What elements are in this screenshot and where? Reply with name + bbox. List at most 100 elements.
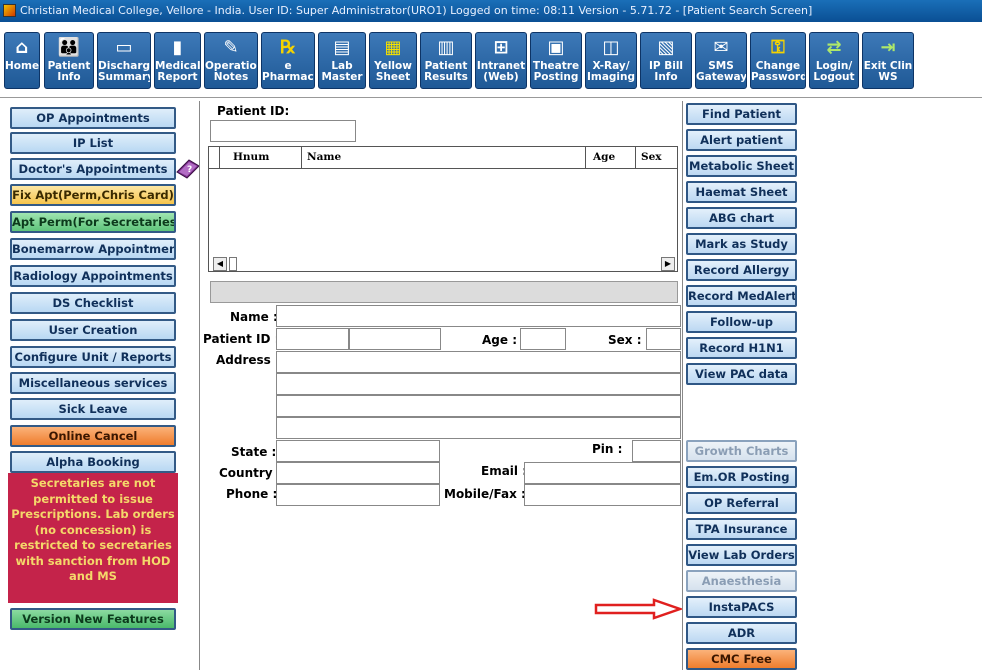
xray-imaging-button[interactable]: ◫ X-Ray/ Imaging: [585, 32, 637, 89]
miscellaneous-services-button[interactable]: Miscellaneous services: [10, 372, 176, 394]
country-label: Country :: [219, 466, 282, 480]
instapacs-button[interactable]: InstaPACS: [686, 596, 797, 618]
alpha-booking-button[interactable]: Alpha Booking: [10, 451, 176, 473]
pin-label: Pin :: [592, 442, 623, 456]
app-icon: [3, 4, 16, 17]
fix-apt-perm-button[interactable]: Fix Apt(Perm,Chris Card): [10, 184, 176, 206]
chart-icon: ▮: [172, 37, 183, 58]
grid-col-hnum[interactable]: Hnum: [233, 151, 269, 163]
grid-col-sex[interactable]: Sex: [641, 151, 662, 163]
exit-clin-ws-button[interactable]: ⇥ Exit Clin WS: [862, 32, 914, 89]
people-icon: 👪: [57, 37, 81, 58]
ds-checklist-button[interactable]: DS Checklist: [10, 292, 176, 314]
scroll-left-icon[interactable]: ◀: [213, 257, 227, 271]
patient-id-field-a[interactable]: [276, 328, 349, 350]
online-cancel-button[interactable]: Online Cancel: [10, 425, 176, 447]
phone-label: Phone :: [226, 487, 278, 501]
change-password-button[interactable]: ⚿ Change Password: [750, 32, 806, 89]
right-divider: [682, 101, 683, 670]
metabolic-sheet-button[interactable]: Metabolic Sheet: [686, 155, 797, 177]
network-icon: ⊞: [493, 37, 509, 58]
patient-id-search-label: Patient ID:: [217, 104, 290, 118]
xray-icon: ◫: [602, 37, 620, 58]
grid-col-name[interactable]: Name: [307, 151, 341, 163]
growth-charts-button[interactable]: Growth Charts: [686, 440, 797, 462]
sick-leave-button[interactable]: Sick Leave: [10, 398, 176, 420]
view-lab-orders-button[interactable]: View Lab Orders: [686, 544, 797, 566]
haemat-sheet-button[interactable]: Haemat Sheet: [686, 181, 797, 203]
patient-id-search-input[interactable]: [210, 120, 356, 142]
version-new-features-button[interactable]: Version New Features: [10, 608, 176, 630]
record-medalert-button[interactable]: Record MedAlert: [686, 285, 797, 307]
e-pharmacy-button[interactable]: ℞ e Pharmacy: [261, 32, 315, 89]
address-line-4[interactable]: [276, 417, 681, 439]
record-h1n1-button[interactable]: Record H1N1: [686, 337, 797, 359]
find-patient-button[interactable]: Find Patient: [686, 103, 797, 125]
scroll-right-icon[interactable]: ▶: [661, 257, 675, 271]
mobile-fax-label: Mobile/Fax :: [444, 487, 526, 501]
record-allergy-button[interactable]: Record Allergy: [686, 259, 797, 281]
theatre-posting-button[interactable]: ▣ Theatre Posting: [530, 32, 582, 89]
home-button[interactable]: ⌂ Home: [4, 32, 40, 89]
status-bar-field: [210, 281, 678, 303]
address-line-3[interactable]: [276, 395, 681, 417]
discharge-summary-button[interactable]: ▭ Discharge Summary: [97, 32, 151, 89]
sex-label: Sex :: [608, 333, 642, 347]
bonemarrow-appointment-button[interactable]: Bonemarrow Appointment: [10, 238, 176, 260]
country-field[interactable]: [276, 462, 440, 484]
ip-bill-info-button[interactable]: ▧ IP Bill Info: [640, 32, 692, 89]
radiology-appointments-button[interactable]: Radiology Appointments: [10, 265, 176, 287]
tpa-insurance-button[interactable]: TPA Insurance: [686, 518, 797, 540]
email-label: Email :: [481, 464, 528, 478]
email-field[interactable]: [524, 462, 681, 484]
lab-master-button[interactable]: ▤ Lab Master: [318, 32, 366, 89]
login-icon: ⇄: [826, 37, 842, 58]
adr-button[interactable]: ADR: [686, 622, 797, 644]
state-field[interactable]: [276, 440, 440, 462]
age-field[interactable]: [520, 328, 566, 350]
view-pac-data-button[interactable]: View PAC data: [686, 363, 797, 385]
anaesthesia-button[interactable]: Anaesthesia: [686, 570, 797, 592]
bill-icon: ▧: [657, 37, 675, 58]
grid-col-divider: [585, 147, 586, 169]
address-line-2[interactable]: [276, 373, 681, 395]
medical-report-button[interactable]: ▮ Medical Report: [154, 32, 201, 89]
mobile-fax-field[interactable]: [524, 484, 681, 506]
doctors-appointments-button[interactable]: Doctor's Appointments: [10, 158, 176, 180]
configure-unit-reports-button[interactable]: Configure Unit / Reports: [10, 346, 176, 368]
patient-info-button[interactable]: 👪 Patient Info: [44, 32, 94, 89]
apt-perm-secretaries-button[interactable]: Apt Perm(For Secretaries): [10, 211, 176, 233]
rx-icon: ℞: [279, 37, 297, 58]
pin-field[interactable]: [632, 440, 681, 462]
grid-col-age[interactable]: Age: [593, 151, 615, 163]
abg-chart-button[interactable]: ABG chart: [686, 207, 797, 229]
bed-icon: ▭: [115, 37, 133, 58]
follow-up-button[interactable]: Follow-up: [686, 311, 797, 333]
results-icon: ▥: [437, 37, 455, 58]
name-field[interactable]: [276, 305, 681, 327]
patient-id-field-b[interactable]: [349, 328, 441, 350]
operation-notes-button[interactable]: ✎ Operation Notes: [204, 32, 258, 89]
address-line-1[interactable]: [276, 351, 681, 373]
user-creation-button[interactable]: User Creation: [10, 319, 176, 341]
scroll-thumb[interactable]: [229, 257, 237, 271]
alert-patient-button[interactable]: Alert patient: [686, 129, 797, 151]
sms-gateway-button[interactable]: ✉ SMS Gateway: [695, 32, 747, 89]
mark-as-study-button[interactable]: Mark as Study: [686, 233, 797, 255]
patient-results-button[interactable]: ▥ Patient Results: [420, 32, 472, 89]
phone-field[interactable]: [276, 484, 440, 506]
patient-results-grid[interactable]: Hnum Name Age Sex ◀ ▶: [208, 146, 678, 272]
age-label: Age :: [482, 333, 517, 347]
yellow-sheet-button[interactable]: ▦ Yellow Sheet: [369, 32, 417, 89]
op-referral-button[interactable]: OP Referral: [686, 492, 797, 514]
window-title: Christian Medical College, Vellore - Ind…: [20, 4, 813, 17]
cmc-free-button[interactable]: CMC Free: [686, 648, 797, 670]
grid-header: Hnum Name Age Sex: [209, 147, 677, 169]
op-appointments-button[interactable]: OP Appointments: [10, 107, 176, 129]
intranet-button[interactable]: ⊞ Intranet (Web): [475, 32, 527, 89]
em-or-posting-button[interactable]: Em.OR Posting: [686, 466, 797, 488]
ip-list-button[interactable]: IP List: [10, 132, 176, 154]
clipboard-icon: ▤: [333, 37, 351, 58]
sex-field[interactable]: [646, 328, 681, 350]
login-logout-button[interactable]: ⇄ Login/ Logout: [809, 32, 859, 89]
